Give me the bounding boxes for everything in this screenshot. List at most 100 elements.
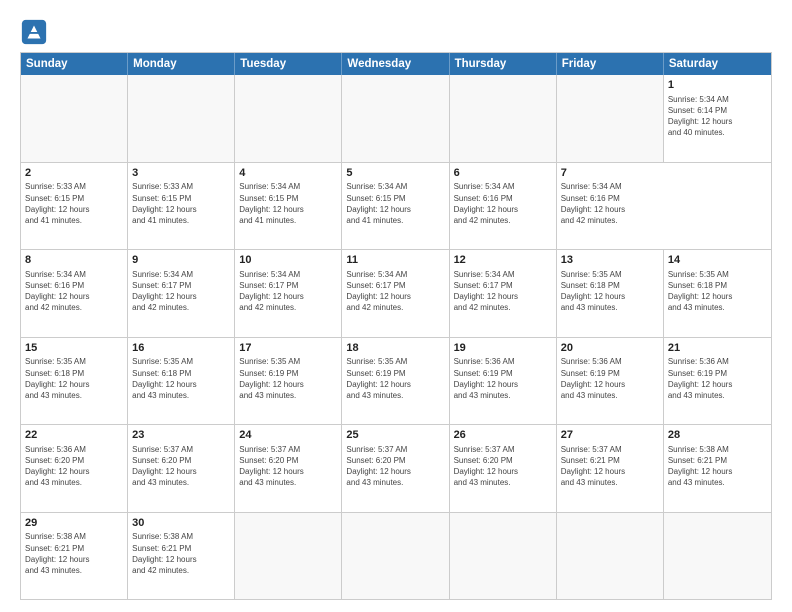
calendar: SundayMondayTuesdayWednesdayThursdayFrid… bbox=[20, 52, 772, 600]
day-number: 27 bbox=[561, 428, 659, 443]
day-number: 26 bbox=[454, 428, 552, 443]
day-info: Sunrise: 5:35 AM Sunset: 6:19 PM Dayligh… bbox=[346, 356, 444, 401]
day-cell-13: 13Sunrise: 5:35 AM Sunset: 6:18 PM Dayli… bbox=[557, 250, 664, 337]
week-row-2: 8Sunrise: 5:34 AM Sunset: 6:16 PM Daylig… bbox=[21, 249, 771, 337]
day-cell-23: 23Sunrise: 5:37 AM Sunset: 6:20 PM Dayli… bbox=[128, 425, 235, 512]
day-number: 3 bbox=[132, 166, 230, 181]
day-cell-8: 8Sunrise: 5:34 AM Sunset: 6:16 PM Daylig… bbox=[21, 250, 128, 337]
day-cell-18: 18Sunrise: 5:35 AM Sunset: 6:19 PM Dayli… bbox=[342, 338, 449, 425]
day-cell-27: 27Sunrise: 5:37 AM Sunset: 6:21 PM Dayli… bbox=[557, 425, 664, 512]
day-info: Sunrise: 5:33 AM Sunset: 6:15 PM Dayligh… bbox=[132, 181, 230, 226]
header-day-saturday: Saturday bbox=[664, 53, 771, 75]
day-cell-25: 25Sunrise: 5:37 AM Sunset: 6:20 PM Dayli… bbox=[342, 425, 449, 512]
day-number: 1 bbox=[668, 78, 767, 93]
week-row-3: 15 Sunrise: 5:35 AM Sunset: 6:18 PM Dayli… bbox=[21, 337, 771, 425]
day-number: 10 bbox=[239, 253, 337, 268]
day-cell-30: 30Sunrise: 5:38 AM Sunset: 6:21 PM Dayli… bbox=[128, 513, 235, 600]
day-number: 7 bbox=[561, 166, 660, 181]
day-info: Sunrise: 5:38 AM Sunset: 6:21 PM Dayligh… bbox=[25, 531, 123, 576]
day-info: Sunrise: 5:35 AM Sunset: 6:18 PM Dayligh… bbox=[561, 269, 659, 314]
day-info: Sunrise: 5:37 AM Sunset: 6:20 PM Dayligh… bbox=[454, 444, 552, 489]
day-cell-11: 11Sunrise: 5:34 AM Sunset: 6:17 PM Dayli… bbox=[342, 250, 449, 337]
day-number: 29 bbox=[25, 516, 123, 531]
day-info: Sunrise: 5:35 AM Sunset: 6:18 PM Dayligh… bbox=[132, 356, 230, 401]
day-number: 23 bbox=[132, 428, 230, 443]
day-info: Sunrise: 5:37 AM Sunset: 6:21 PM Dayligh… bbox=[561, 444, 659, 489]
header-day-sunday: Sunday bbox=[21, 53, 128, 75]
day-number: 28 bbox=[668, 428, 767, 443]
day-info: Sunrise: 5:37 AM Sunset: 6:20 PM Dayligh… bbox=[346, 444, 444, 489]
day-info: Sunrise: 5:34 AM Sunset: 6:16 PM Dayligh… bbox=[454, 181, 552, 226]
empty-cell bbox=[557, 513, 664, 600]
page: SundayMondayTuesdayWednesdayThursdayFrid… bbox=[0, 0, 792, 612]
week-row-0: 1Sunrise: 5:34 AM Sunset: 6:14 PM Daylig… bbox=[21, 75, 771, 162]
day-cell-3: 3Sunrise: 5:33 AM Sunset: 6:15 PM Daylig… bbox=[128, 163, 235, 250]
day-number: 12 bbox=[454, 253, 552, 268]
week-row-1: 2Sunrise: 5:33 AM Sunset: 6:15 PM Daylig… bbox=[21, 162, 771, 250]
day-info: Sunrise: 5:34 AM Sunset: 6:17 PM Dayligh… bbox=[132, 269, 230, 314]
empty-cell bbox=[235, 75, 342, 162]
day-cell-1: 1Sunrise: 5:34 AM Sunset: 6:14 PM Daylig… bbox=[664, 75, 771, 162]
empty-cell bbox=[450, 513, 557, 600]
day-cell-2: 2Sunrise: 5:33 AM Sunset: 6:15 PM Daylig… bbox=[21, 163, 128, 250]
day-cell-19: 19Sunrise: 5:36 AM Sunset: 6:19 PM Dayli… bbox=[450, 338, 557, 425]
page-header bbox=[20, 18, 772, 46]
day-info: Sunrise: 5:38 AM Sunset: 6:21 PM Dayligh… bbox=[132, 531, 230, 576]
empty-cell bbox=[342, 513, 449, 600]
header-day-friday: Friday bbox=[557, 53, 664, 75]
header-day-thursday: Thursday bbox=[450, 53, 557, 75]
day-number: 25 bbox=[346, 428, 444, 443]
day-number: 24 bbox=[239, 428, 337, 443]
day-info: Sunrise: 5:34 AM Sunset: 6:15 PM Dayligh… bbox=[239, 181, 337, 226]
header-day-tuesday: Tuesday bbox=[235, 53, 342, 75]
logo-icon bbox=[20, 18, 48, 46]
day-cell-4: 4Sunrise: 5:34 AM Sunset: 6:15 PM Daylig… bbox=[235, 163, 342, 250]
day-number: 20 bbox=[561, 341, 659, 356]
day-number: 11 bbox=[346, 253, 444, 268]
day-cell-12: 12Sunrise: 5:34 AM Sunset: 6:17 PM Dayli… bbox=[450, 250, 557, 337]
week-row-5: 29Sunrise: 5:38 AM Sunset: 6:21 PM Dayli… bbox=[21, 512, 771, 600]
empty-cell bbox=[235, 513, 342, 600]
day-cell-14: 14Sunrise: 5:35 AM Sunset: 6:18 PM Dayli… bbox=[664, 250, 771, 337]
day-info: Sunrise: 5:34 AM Sunset: 6:15 PM Dayligh… bbox=[346, 181, 444, 226]
day-number: 17 bbox=[239, 341, 337, 356]
logo bbox=[20, 18, 52, 46]
day-info: Sunrise: 5:35 AM Sunset: 6:19 PM Dayligh… bbox=[239, 356, 337, 401]
day-info: Sunrise: 5:34 AM Sunset: 6:16 PM Dayligh… bbox=[561, 181, 660, 226]
day-info: Sunrise: 5:36 AM Sunset: 6:19 PM Dayligh… bbox=[454, 356, 552, 401]
day-info: Sunrise: 5:34 AM Sunset: 6:17 PM Dayligh… bbox=[239, 269, 337, 314]
day-info: Sunrise: 5:36 AM Sunset: 6:19 PM Dayligh… bbox=[561, 356, 659, 401]
day-cell-16: 16Sunrise: 5:35 AM Sunset: 6:18 PM Dayli… bbox=[128, 338, 235, 425]
day-info: Sunrise: 5:36 AM Sunset: 6:19 PM Dayligh… bbox=[668, 356, 767, 401]
day-number: 6 bbox=[454, 166, 552, 181]
day-number: 5 bbox=[346, 166, 444, 181]
day-info: Sunrise: 5:34 AM Sunset: 6:16 PM Dayligh… bbox=[25, 269, 123, 314]
day-info: Sunrise: 5:37 AM Sunset: 6:20 PM Dayligh… bbox=[132, 444, 230, 489]
empty-cell bbox=[450, 75, 557, 162]
day-info: Sunrise: 5:34 AM Sunset: 6:17 PM Dayligh… bbox=[346, 269, 444, 314]
day-number: 19 bbox=[454, 341, 552, 356]
day-number: 13 bbox=[561, 253, 659, 268]
empty-cell bbox=[342, 75, 449, 162]
day-cell-29: 29Sunrise: 5:38 AM Sunset: 6:21 PM Dayli… bbox=[21, 513, 128, 600]
day-cell-21: 21Sunrise: 5:36 AM Sunset: 6:19 PM Dayli… bbox=[664, 338, 771, 425]
empty-cell bbox=[557, 75, 664, 162]
day-cell-6: 6Sunrise: 5:34 AM Sunset: 6:16 PM Daylig… bbox=[450, 163, 557, 250]
day-info: Sunrise: 5:34 AM Sunset: 6:17 PM Dayligh… bbox=[454, 269, 552, 314]
day-info: Sunrise: 5:33 AM Sunset: 6:15 PM Dayligh… bbox=[25, 181, 123, 226]
day-cell-22: 22Sunrise: 5:36 AM Sunset: 6:20 PM Dayli… bbox=[21, 425, 128, 512]
day-number: 15 bbox=[25, 341, 123, 356]
day-info: Sunrise: 5:37 AM Sunset: 6:20 PM Dayligh… bbox=[239, 444, 337, 489]
day-info: Sunrise: 5:34 AM Sunset: 6:14 PM Dayligh… bbox=[668, 94, 767, 139]
day-info: Sunrise: 5:36 AM Sunset: 6:20 PM Dayligh… bbox=[25, 444, 123, 489]
header-day-wednesday: Wednesday bbox=[342, 53, 449, 75]
empty-cell bbox=[128, 75, 235, 162]
day-cell-7: 7Sunrise: 5:34 AM Sunset: 6:16 PM Daylig… bbox=[557, 163, 664, 250]
day-number: 8 bbox=[25, 253, 123, 268]
day-number: 2 bbox=[25, 166, 123, 181]
day-cell-24: 24Sunrise: 5:37 AM Sunset: 6:20 PM Dayli… bbox=[235, 425, 342, 512]
day-number: 4 bbox=[239, 166, 337, 181]
empty-cell bbox=[21, 75, 128, 162]
header-day-monday: Monday bbox=[128, 53, 235, 75]
day-cell-10: 10Sunrise: 5:34 AM Sunset: 6:17 PM Dayli… bbox=[235, 250, 342, 337]
